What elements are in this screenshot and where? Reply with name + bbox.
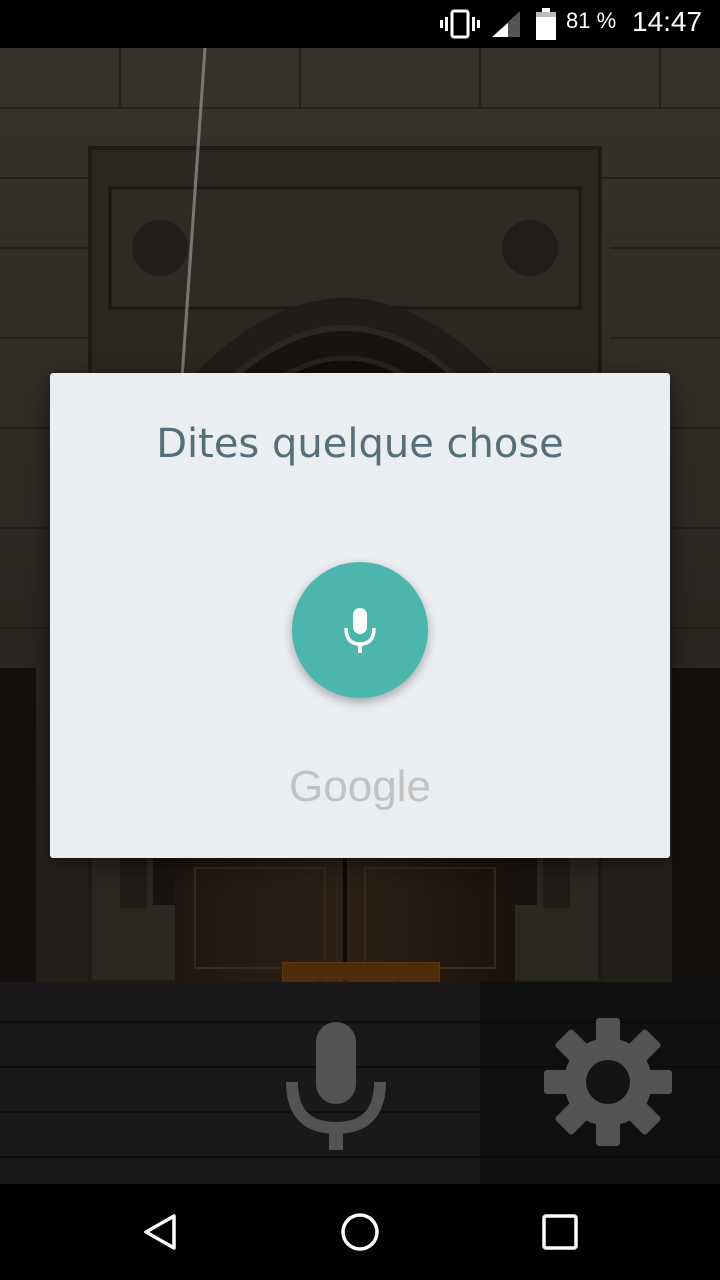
vibrate-icon	[438, 0, 482, 48]
battery-percent: 81 %	[566, 8, 617, 33]
clock: 14:47	[632, 6, 703, 37]
svg-text:Google: Google	[289, 762, 431, 811]
recents-icon	[542, 1214, 578, 1250]
microphone-icon	[344, 608, 376, 653]
voice-input-dialog: Dites quelque chose Google	[50, 373, 670, 858]
voice-prompt: Dites quelque chose	[156, 421, 564, 467]
back-icon	[144, 1214, 176, 1250]
home-icon	[341, 1213, 379, 1251]
navigation-bar	[0, 1184, 720, 1280]
home-button[interactable]	[300, 1184, 420, 1280]
battery-icon	[530, 0, 562, 48]
status-bar: 81 % 14:47	[0, 0, 720, 48]
google-logo: Google	[50, 759, 670, 818]
back-button[interactable]	[100, 1184, 220, 1280]
voice-mic-button[interactable]	[292, 562, 428, 698]
recents-button[interactable]	[500, 1184, 620, 1280]
signal-icon	[488, 0, 524, 48]
